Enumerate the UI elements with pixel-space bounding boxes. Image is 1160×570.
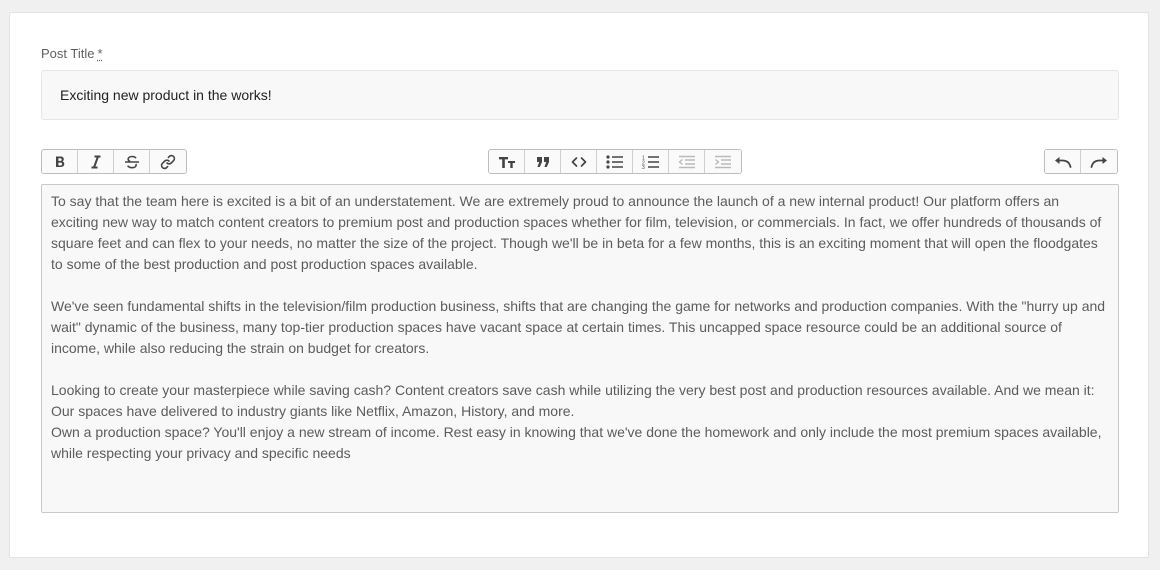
post-title-label-text: Post Title — [41, 46, 95, 61]
editor-paragraph: Looking to create your masterpiece while… — [51, 382, 1095, 419]
quote-button[interactable] — [525, 150, 561, 173]
italic-icon — [91, 155, 100, 168]
code-icon — [571, 156, 586, 167]
redo-icon — [1090, 156, 1107, 168]
outdent-button[interactable] — [669, 150, 705, 173]
bold-icon — [55, 156, 64, 167]
bullet-list-icon — [605, 154, 623, 169]
quote-icon — [536, 156, 549, 167]
post-title-input[interactable] — [41, 70, 1119, 120]
bold-button[interactable] — [42, 150, 78, 173]
link-icon — [160, 154, 176, 169]
inline-format-toolbar — [41, 149, 187, 174]
heading-button[interactable] — [489, 150, 525, 173]
post-body-editor[interactable]: To say that the team here is excited is … — [41, 184, 1119, 513]
indent-icon — [715, 155, 731, 168]
indent-button[interactable] — [705, 150, 741, 173]
post-form-card: Post Title * Exciting new product in the… — [9, 12, 1149, 558]
italic-button[interactable] — [78, 150, 114, 173]
required-indicator: * — [97, 46, 103, 61]
editor-paragraph: We've seen fundamental shifts in the tel… — [51, 298, 1106, 356]
post-title-label: Post Title * — [41, 46, 103, 61]
svg-text:3: 3 — [642, 165, 645, 169]
editor-paragraph: Own a production space? You'll enjoy a n… — [51, 424, 1102, 461]
link-button[interactable] — [150, 150, 186, 173]
history-toolbar — [1044, 149, 1118, 174]
strikethrough-icon — [124, 155, 139, 169]
undo-icon — [1054, 156, 1071, 168]
redo-button[interactable] — [1081, 150, 1117, 173]
outdent-icon — [677, 155, 695, 168]
numbered-list-button[interactable]: 1 2 3 — [633, 150, 669, 173]
code-button[interactable] — [561, 150, 597, 173]
undo-button[interactable] — [1045, 150, 1081, 173]
editor-paragraph: To say that the team here is excited is … — [51, 193, 1102, 272]
block-format-toolbar: 1 2 3 — [488, 149, 742, 174]
numbered-list-icon: 1 2 3 — [642, 155, 659, 169]
heading-icon — [498, 156, 515, 168]
strikethrough-button[interactable] — [114, 150, 150, 173]
bullet-list-button[interactable] — [597, 150, 633, 173]
